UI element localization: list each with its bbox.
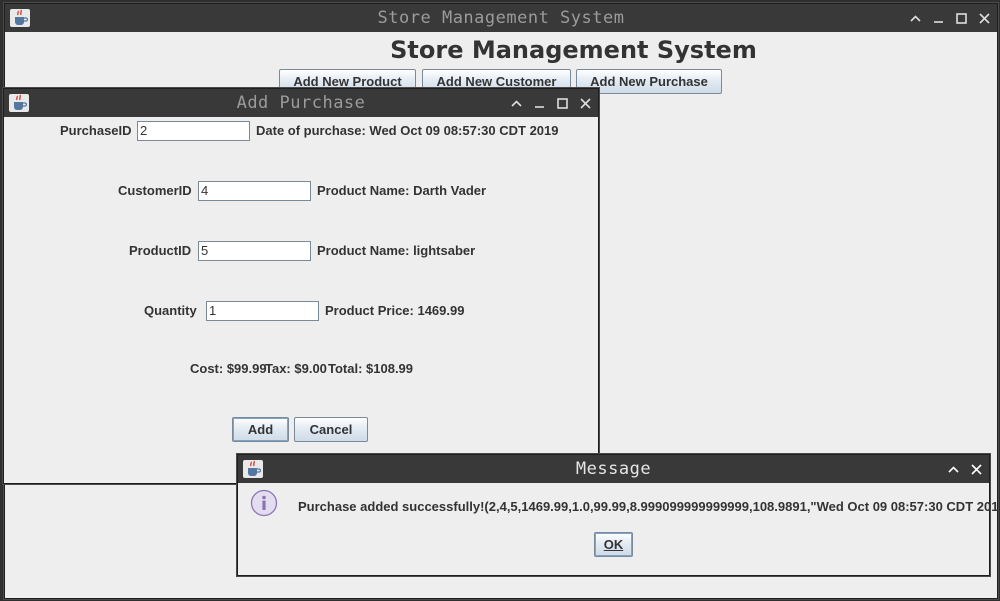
page-title: Store Management System bbox=[390, 36, 757, 64]
message-titlebar[interactable]: Message bbox=[238, 455, 989, 483]
minimize-icon[interactable] bbox=[531, 95, 548, 112]
information-icon bbox=[250, 489, 278, 517]
close-icon[interactable] bbox=[577, 95, 594, 112]
message-controls bbox=[945, 455, 985, 483]
quantity-field[interactable]: 1 bbox=[206, 301, 319, 321]
tax-text: Tax: $9.00 bbox=[265, 361, 327, 376]
message-content: Purchase added successfully!(2,4,5,1469.… bbox=[238, 483, 1000, 575]
cost-text: Cost: $99.99 bbox=[190, 361, 267, 376]
purchase-id-field[interactable]: 2 bbox=[137, 121, 250, 141]
purchase-id-label: PurchaseID bbox=[60, 123, 132, 138]
minimize-icon[interactable] bbox=[930, 10, 947, 27]
product-name-text: Product Name: lightsaber bbox=[317, 243, 476, 258]
total-text: Total: $108.99 bbox=[328, 361, 414, 376]
add-purchase-title: Add Purchase bbox=[236, 93, 366, 113]
add-purchase-form: PurchaseID 2 Date of purchase: Wed Oct 0… bbox=[4, 117, 598, 483]
customer-name-text: Product Name: Darth Vader bbox=[317, 183, 487, 198]
maximize-icon[interactable] bbox=[554, 95, 571, 112]
chevron-up-icon[interactable] bbox=[508, 95, 525, 112]
add-purchase-dialog: Add Purchase PurchaseID 2 Date of purcha… bbox=[3, 88, 599, 484]
close-icon[interactable] bbox=[968, 461, 985, 478]
java-coffee-cup-icon bbox=[243, 460, 263, 478]
java-coffee-cup-icon bbox=[9, 94, 29, 112]
chevron-up-icon[interactable] bbox=[907, 10, 924, 27]
cancel-button[interactable]: Cancel bbox=[294, 417, 368, 442]
customer-id-field[interactable]: 4 bbox=[198, 181, 311, 201]
main-window-titlebar[interactable]: Store Management System bbox=[5, 4, 997, 32]
quantity-label: Quantity bbox=[144, 303, 197, 318]
main-window-title: Store Management System bbox=[377, 8, 625, 28]
message-text: Purchase added successfully!(2,4,5,1469.… bbox=[298, 499, 1000, 514]
message-title: Message bbox=[575, 459, 652, 479]
close-icon[interactable] bbox=[976, 10, 993, 27]
product-id-field[interactable]: 5 bbox=[198, 241, 311, 261]
chevron-up-icon[interactable] bbox=[945, 461, 962, 478]
date-of-purchase-text: Date of purchase: Wed Oct 09 08:57:30 CD… bbox=[256, 123, 559, 138]
ok-button[interactable]: OK bbox=[594, 532, 633, 557]
product-id-label: ProductID bbox=[129, 243, 192, 258]
message-dialog: Message Purchase added successfully!(2,4… bbox=[237, 454, 1000, 576]
product-price-text: Product Price: 1469.99 bbox=[325, 303, 465, 318]
add-purchase-titlebar[interactable]: Add Purchase bbox=[4, 89, 598, 117]
add-button[interactable]: Add bbox=[232, 417, 289, 442]
add-purchase-controls bbox=[508, 89, 594, 117]
main-window-controls bbox=[907, 4, 993, 32]
maximize-icon[interactable] bbox=[953, 10, 970, 27]
java-coffee-cup-icon bbox=[10, 9, 30, 27]
customer-id-label: CustomerID bbox=[118, 183, 192, 198]
